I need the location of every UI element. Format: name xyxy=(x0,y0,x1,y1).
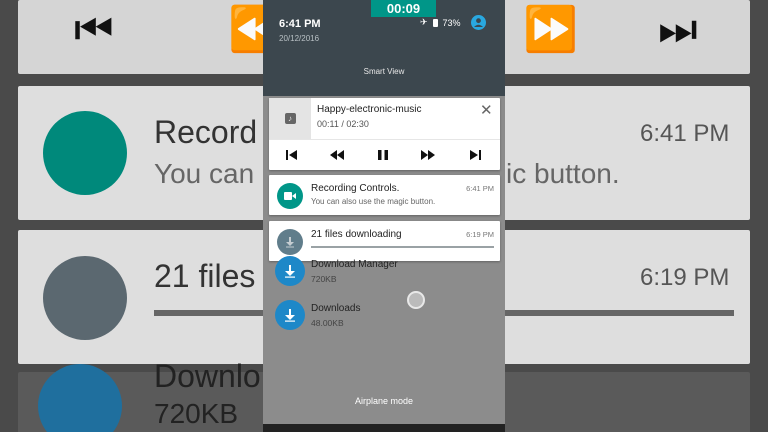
notification-title: Recording Controls. xyxy=(311,183,400,194)
airplane-mode-label: Airplane mode xyxy=(354,396,414,406)
track-progress: 00:11 / 02:30 xyxy=(317,119,369,129)
battery-icon xyxy=(432,18,438,27)
list-item-size: 48.00KB xyxy=(311,318,344,328)
battery-percent: 73% xyxy=(442,17,461,28)
bg-download-icon xyxy=(43,256,127,340)
status-bar: 00:09 6:41 PM 20/12/2016 ✈ 73% xyxy=(263,0,505,48)
status-icons: ✈ 73% xyxy=(420,17,461,28)
download-progress-bar xyxy=(311,246,494,248)
bg-skip-next-icon: ⏭ xyxy=(658,5,698,54)
list-item[interactable]: Downloads 48.00KB xyxy=(275,300,485,340)
fast-forward-icon[interactable] xyxy=(420,148,436,162)
videocam-icon xyxy=(277,183,303,209)
download-icon xyxy=(277,229,303,255)
skip-previous-icon[interactable] xyxy=(284,148,300,162)
album-art: ♪ xyxy=(269,98,311,139)
skip-next-icon[interactable] xyxy=(467,148,483,162)
list-item-title: Downloads xyxy=(311,303,361,314)
notification-text: You can also use the magic button. xyxy=(311,197,436,206)
status-date: 20/12/2016 xyxy=(279,34,320,43)
bg-dm-title: Downlo xyxy=(154,358,261,394)
close-icon[interactable]: ✕ xyxy=(480,101,493,119)
media-controls xyxy=(269,139,500,171)
notification-recording[interactable]: Recording Controls. You can also use the… xyxy=(269,175,500,215)
bg-dl-time: 6:19 PM xyxy=(640,264,730,291)
list-item[interactable]: Download Manager 720KB xyxy=(275,256,485,296)
bg-dm-size: 720KB xyxy=(154,398,239,429)
airplane-icon: ✈ xyxy=(420,17,428,27)
bg-rec-sub-right: ic button. xyxy=(506,158,620,189)
media-player-card[interactable]: ♪ Happy-electronic-music 00:11 / 02:30 ✕ xyxy=(269,98,500,170)
recording-timer[interactable]: 00:09 xyxy=(371,0,436,17)
download-icon xyxy=(275,300,305,330)
touch-indicator xyxy=(407,291,425,309)
bg-rec-title: Record xyxy=(154,114,258,150)
pause-icon[interactable] xyxy=(375,148,391,162)
bg-rec-time: 6:41 PM xyxy=(640,120,730,147)
list-item-size: 720KB xyxy=(311,274,337,284)
bg-dl-title: 21 files xyxy=(154,258,256,294)
bg-skip-previous-icon: ⏮ xyxy=(74,5,114,54)
track-title: Happy-electronic-music xyxy=(317,104,422,115)
bg-rec-sub-left: You can xyxy=(154,158,255,189)
bg-fast-forward-icon: ⏩ xyxy=(523,5,578,54)
bg-dm-download-icon xyxy=(38,364,122,432)
bg-videocam-icon xyxy=(43,111,127,195)
smart-view-label[interactable]: Smart View xyxy=(263,67,505,76)
music-note-icon: ♪ xyxy=(284,113,296,124)
notification-downloading[interactable]: 21 files downloading 6:19 PM xyxy=(269,221,500,261)
notification-time: 6:41 PM xyxy=(466,184,494,193)
status-time: 6:41 PM xyxy=(279,18,321,30)
account-icon[interactable] xyxy=(471,15,486,30)
list-item-title: Download Manager xyxy=(311,259,398,270)
phone-screen: 00:09 6:41 PM 20/12/2016 ✈ 73% Smart Vie… xyxy=(263,0,505,432)
download-icon xyxy=(275,256,305,286)
rewind-icon[interactable] xyxy=(329,148,345,162)
notification-title: 21 files downloading xyxy=(311,229,402,240)
bottom-strip xyxy=(263,424,505,432)
notification-time: 6:19 PM xyxy=(466,230,494,239)
quick-settings: Smart View xyxy=(263,48,505,100)
